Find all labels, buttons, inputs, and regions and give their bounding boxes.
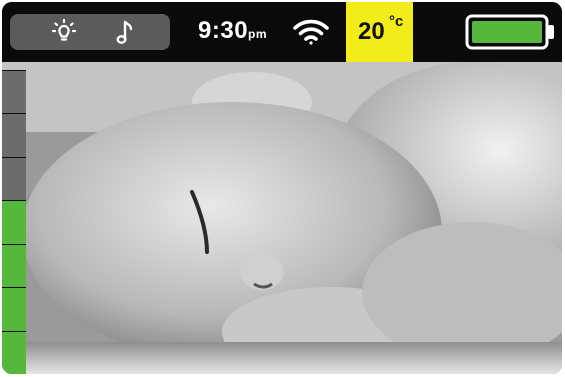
meter-segment — [2, 243, 26, 288]
clock-time: 9:30pm — [198, 16, 267, 49]
temperature-value: 20 — [358, 18, 385, 45]
battery-fill — [472, 21, 542, 43]
wifi-icon — [292, 17, 330, 47]
quick-controls-pill — [10, 14, 170, 50]
sleeping-baby-image — [2, 62, 562, 374]
meter-segment — [2, 156, 26, 201]
battery-icon — [465, 13, 557, 51]
meter-segment — [2, 330, 26, 374]
night-light-icon[interactable] — [50, 18, 78, 46]
meter-segment — [2, 200, 26, 244]
time-ampm: pm — [248, 27, 268, 41]
temperature-unit: °c — [389, 13, 404, 30]
meter-segment — [2, 113, 26, 157]
time-value: 9:30 — [198, 17, 249, 44]
sound-level-meter — [2, 70, 26, 374]
camera-feed — [2, 62, 562, 374]
status-bar: 9:30pm 20 °c — [2, 2, 562, 62]
meter-segment — [2, 70, 26, 114]
meter-segment — [2, 287, 26, 331]
temperature-indicator: 20 °c — [346, 2, 413, 62]
music-note-icon[interactable] — [112, 18, 140, 46]
monitor-screen: 9:30pm 20 °c — [2, 2, 562, 374]
